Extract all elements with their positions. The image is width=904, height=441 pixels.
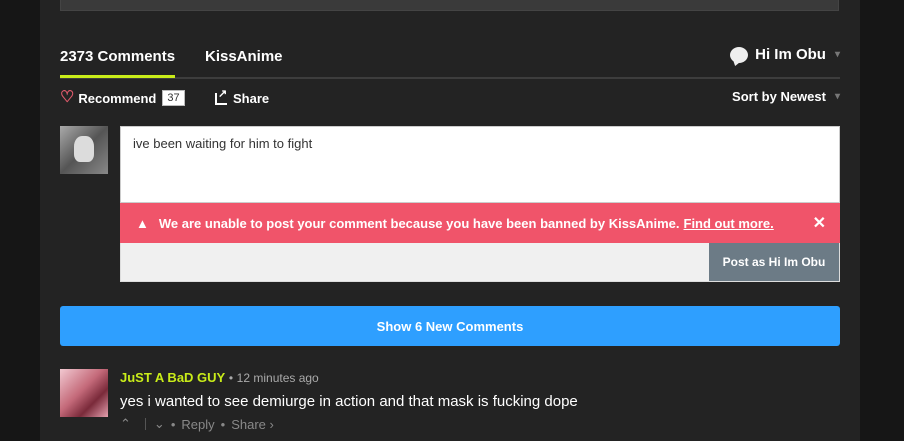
recommend-button[interactable]: ♡ Recommend 37 [60,90,185,106]
comment-author[interactable]: JuST A BaD GUY [120,370,225,385]
comment-avatar[interactable] [60,369,108,417]
user-avatar [60,126,108,174]
user-name: Hi Im Obu [755,46,826,63]
recommend-count: 37 [162,90,185,106]
chevron-down-icon: ▾ [834,49,840,60]
chevron-down-icon: ▾ [834,91,840,102]
warning-icon: ▲ [136,215,149,231]
share-icon [215,87,227,105]
sort-label: Sort by Newest [732,89,826,104]
share-button[interactable]: Share [215,87,270,106]
tab-kissanime[interactable]: KissAnime [205,48,283,65]
close-icon[interactable]: ✕ [813,213,826,233]
recommend-label: Recommend [78,90,157,106]
comment-body: yes i wanted to see demiurge in action a… [120,393,578,410]
comment-separator: • [228,371,234,385]
comment-textarea[interactable]: ive been waiting for him to fight [120,126,840,203]
heart-icon: ♡ [60,89,75,106]
find-out-more-link[interactable]: Find out more. [684,216,774,231]
upvote-icon[interactable]: ⌃ [120,416,131,432]
tab-comments[interactable]: 2373 Comments [60,48,175,65]
active-tab-indicator [60,75,175,78]
user-menu[interactable]: Hi Im Obu ▾ [730,46,840,63]
reply-link[interactable]: Reply [181,417,214,432]
comment-composer: ive been waiting for him to fight ▲ We a… [120,126,840,282]
footer-separator: • [170,416,176,432]
actions-bar: ♡ Recommend 37 Share Sort by Newest ▾ [60,87,840,110]
comment-share-link[interactable]: Share › [231,417,274,432]
alert-message: We are unable to post your comment becau… [158,215,680,231]
avatar-face [74,136,94,162]
composer-footer: Post as Hi Im Obu [120,243,840,282]
top-bar [60,0,839,11]
show-new-comments-button[interactable]: Show 6 New Comments [60,306,840,346]
comment-footer: ⌃ ⌄ • Reply • Share › [120,416,280,432]
sort-dropdown[interactable]: Sort by Newest ▾ [732,89,840,104]
share-label: Share [233,91,270,106]
footer-separator: • [220,416,226,432]
chat-bubble-icon [730,46,749,63]
comment-header: JuST A BaD GUY • 12 minutes ago [120,370,319,385]
tabs-bar: 2373 Comments KissAnime Hi Im Obu ▾ [60,40,840,79]
comment-time[interactable]: 12 minutes ago [237,371,319,385]
ban-alert: ▲ We are unable to post your comment bec… [120,203,840,243]
post-button[interactable]: Post as Hi Im Obu [709,243,839,281]
vote-divider [144,418,146,430]
downvote-icon[interactable]: ⌄ [154,416,165,432]
